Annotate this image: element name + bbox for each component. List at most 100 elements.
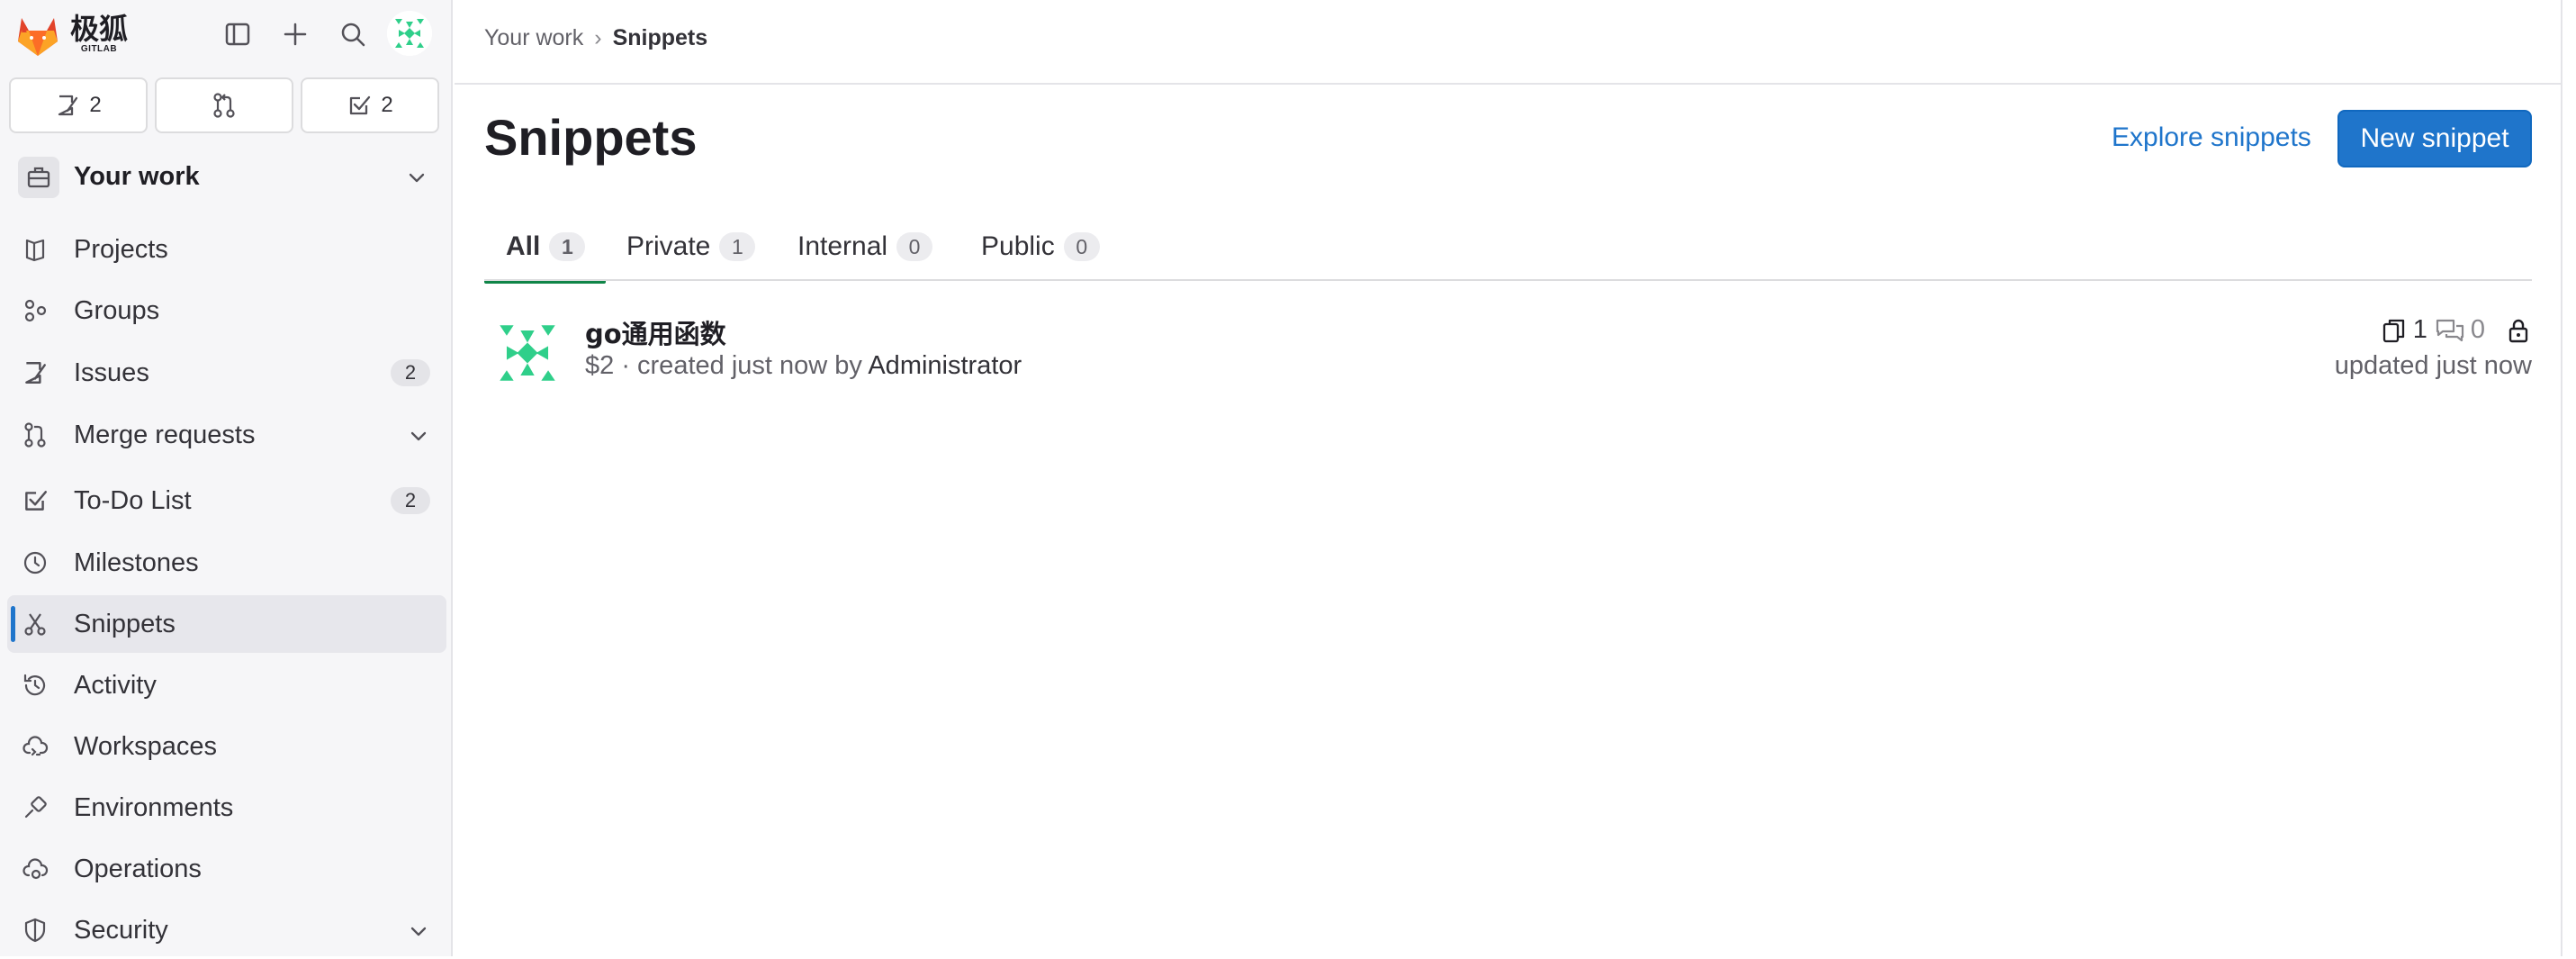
tab-count-badge: 0 [1063, 232, 1100, 261]
gitlab-logo-icon [18, 18, 58, 56]
brand-name: 极狐 [70, 12, 129, 46]
scissors-icon [22, 611, 49, 638]
tab-label: Internal [797, 231, 888, 261]
cloud-gear-icon [22, 855, 49, 882]
tab-count-badge: 1 [719, 232, 756, 261]
assigned-issues-counter[interactable]: 2 [9, 77, 148, 133]
nav-label: Operations [74, 855, 202, 883]
user-avatar[interactable] [387, 11, 432, 56]
nav-item-workspaces[interactable]: Workspaces [7, 718, 446, 775]
tab-private[interactable]: Private 1 [626, 213, 756, 281]
group-icon [22, 297, 49, 324]
nav-label: Merge requests [74, 421, 256, 449]
header-divider [455, 83, 2561, 85]
issues-count-badge: 2 [391, 359, 430, 386]
nav-item-environments[interactable]: Environments [7, 779, 446, 837]
tab-label: Public [981, 231, 1055, 261]
breadcrumb-your-work-link[interactable]: Your work [484, 25, 583, 51]
nav-label: Milestones [74, 548, 199, 577]
snippet-meta: $2 · created just now by Administrator [585, 351, 1022, 381]
nav-item-activity[interactable]: Activity [7, 656, 446, 714]
nav-label: Projects [74, 235, 168, 264]
nav-label: Snippets [74, 610, 176, 638]
tab-count-badge: 0 [896, 232, 933, 261]
assigned-issues-count: 2 [89, 93, 102, 117]
merge-request-icon [22, 421, 49, 448]
snippet-visibility [2505, 317, 2532, 344]
sidebar: 极狐 GITLAB 2 2 Your work Projects Groups … [0, 0, 453, 956]
tab-all[interactable]: All 1 [484, 213, 606, 284]
merge-requests-counter[interactable] [155, 77, 293, 133]
breadcrumb-current-page[interactable]: Snippets [613, 25, 708, 51]
snippet-stats: 1 0 [2381, 315, 2532, 345]
nav-label: To-Do List [74, 486, 192, 515]
breadcrumb: Your work › Snippets [484, 25, 707, 51]
lock-icon [2508, 319, 2528, 342]
nav-item-groups[interactable]: Groups [7, 282, 446, 339]
brand[interactable]: 极狐 GITLAB [13, 11, 128, 58]
author-avatar[interactable] [484, 310, 571, 396]
nav-item-merge-requests[interactable]: Merge requests [7, 406, 446, 464]
documents-icon [2382, 319, 2404, 342]
nav-label: Activity [74, 671, 157, 700]
clock-icon [22, 549, 49, 576]
nav-item-operations[interactable]: Operations [7, 840, 446, 898]
snippet-author-link[interactable]: Administrator [868, 351, 1022, 380]
snippet-comments-stat[interactable]: 0 [2435, 315, 2485, 345]
nav-item-snippets[interactable]: Snippets [7, 595, 446, 653]
issues-icon [22, 359, 49, 386]
todo-count-badge: 2 [391, 487, 430, 514]
merge-request-icon [213, 93, 235, 118]
chevron-down-icon [410, 431, 427, 441]
issues-icon [59, 95, 78, 116]
history-icon [22, 672, 49, 699]
briefcase-icon [18, 157, 59, 198]
tab-count-badge: 1 [549, 232, 586, 261]
todo-count: 2 [381, 93, 393, 117]
search-button[interactable] [333, 14, 373, 54]
nav-label: Issues [74, 358, 149, 387]
todo-counter[interactable]: 2 [301, 77, 439, 133]
new-snippet-button[interactable]: New snippet [2337, 110, 2532, 167]
create-new-button[interactable] [275, 14, 315, 54]
chevron-down-icon [410, 927, 427, 936]
nav-item-todo-list[interactable]: To-Do List 2 [7, 472, 446, 529]
snippet-updated-time: updated just now [2334, 351, 2532, 380]
nav-label: Security [74, 916, 168, 945]
comments-icon [2436, 319, 2463, 341]
nav-label: Environments [74, 793, 234, 822]
explore-snippets-link[interactable]: Explore snippets [2112, 122, 2311, 153]
tab-label: Private [626, 231, 711, 261]
tabs-divider [484, 279, 2532, 281]
nav-item-security[interactable]: Security [7, 901, 446, 959]
shield-icon [22, 917, 49, 944]
context-switcher[interactable]: Your work [7, 149, 445, 207]
tab-internal[interactable]: Internal 0 [797, 213, 933, 281]
snippet-files-count: 1 [2412, 315, 2427, 344]
breadcrumb-separator: › [594, 25, 602, 50]
chevron-down-icon [409, 173, 425, 183]
tab-label: All [506, 231, 541, 261]
nav-label: Groups [74, 296, 160, 325]
brand-subtitle: GITLAB [80, 44, 118, 54]
nav-label: Workspaces [74, 732, 218, 761]
snippet-title-link[interactable]: go通用函数 [585, 313, 726, 351]
context-label: Your work [74, 162, 200, 191]
identicon-avatar-icon [387, 11, 432, 56]
snippet-comments-count: 0 [2470, 315, 2485, 344]
sidebar-toggle-button[interactable] [218, 14, 257, 54]
snippet-meta-text: $2 · created just now by [585, 351, 869, 380]
search-icon [341, 23, 365, 47]
environment-icon [22, 794, 49, 821]
identicon-avatar-icon [484, 310, 571, 396]
snippet-files-stat: 1 [2381, 315, 2427, 345]
todo-checkbox-icon [22, 487, 49, 514]
tab-public[interactable]: Public 0 [981, 213, 1100, 281]
snippet-list-item: go通用函数 $2 · created just now by Administ… [484, 308, 2532, 398]
nav-item-milestones[interactable]: Milestones [7, 534, 446, 592]
todo-checkbox-icon [350, 95, 371, 115]
nav-item-issues[interactable]: Issues 2 [7, 344, 446, 402]
nav-item-projects[interactable]: Projects [7, 221, 446, 278]
sidebar-panel-icon [225, 23, 250, 46]
page-right-border [2561, 0, 2562, 956]
